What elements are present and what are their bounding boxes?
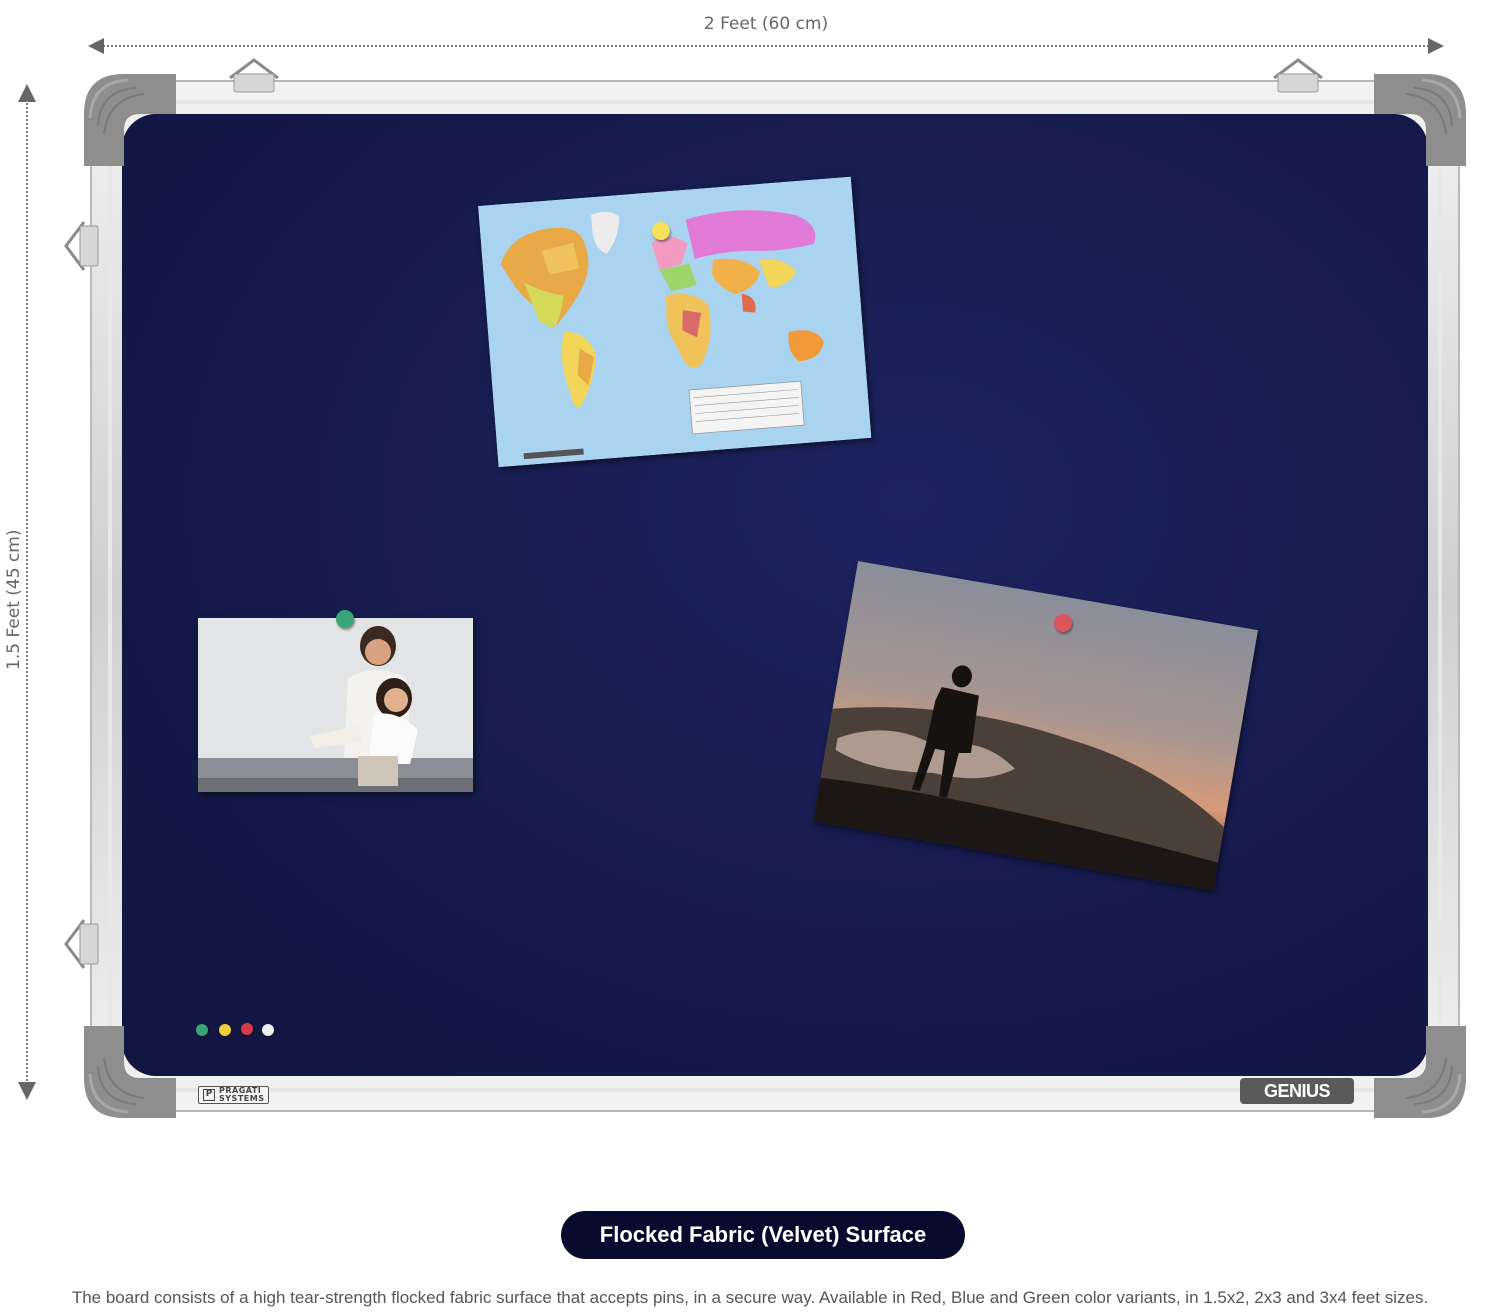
green-push-pin [336, 610, 354, 628]
hanging-hook-icon [1270, 56, 1326, 96]
genius-badge: GENIUS [1240, 1078, 1354, 1104]
corner-cap-icon [84, 74, 176, 166]
width-label: 2 Feet (60 cm) [703, 14, 829, 34]
corner-cap-icon [1374, 1026, 1466, 1118]
logo-line-2: SYSTEMS [219, 1094, 265, 1103]
width-dimension: 2 Feet (60 cm) [88, 14, 1444, 54]
red-push-pin [1054, 614, 1072, 632]
red-pin-dot [241, 1023, 253, 1035]
corner-cap-icon [84, 1026, 176, 1118]
yellow-pin-dot [219, 1024, 231, 1036]
world-map-sheet [478, 176, 872, 468]
height-label: 1.5 Feet (45 cm) [4, 525, 24, 674]
hanging-hook-icon [62, 916, 102, 972]
arrow-down-icon [18, 1082, 36, 1100]
logo-mark: P [203, 1089, 215, 1101]
white-pin-dot [262, 1024, 274, 1036]
height-dimension: 1.5 Feet (45 cm) [4, 84, 48, 1100]
surface-type-badge: Flocked Fabric (Velvet) Surface [561, 1211, 965, 1259]
pragati-systems-logo: P PRAGATI SYSTEMS [198, 1086, 270, 1104]
green-pin-dot [196, 1024, 208, 1036]
hanging-hook-icon [62, 218, 102, 274]
hanging-hook-icon [226, 56, 282, 96]
product-description: The board consists of a high tear-streng… [71, 1288, 1429, 1307]
arrow-left-icon [88, 38, 104, 54]
arrow-right-icon [1428, 38, 1444, 54]
corner-cap-icon [1374, 74, 1466, 166]
height-dotted-line [26, 100, 28, 1084]
yellow-push-pin [652, 222, 670, 240]
family-photo [198, 618, 473, 792]
width-dotted-line [100, 45, 1432, 47]
